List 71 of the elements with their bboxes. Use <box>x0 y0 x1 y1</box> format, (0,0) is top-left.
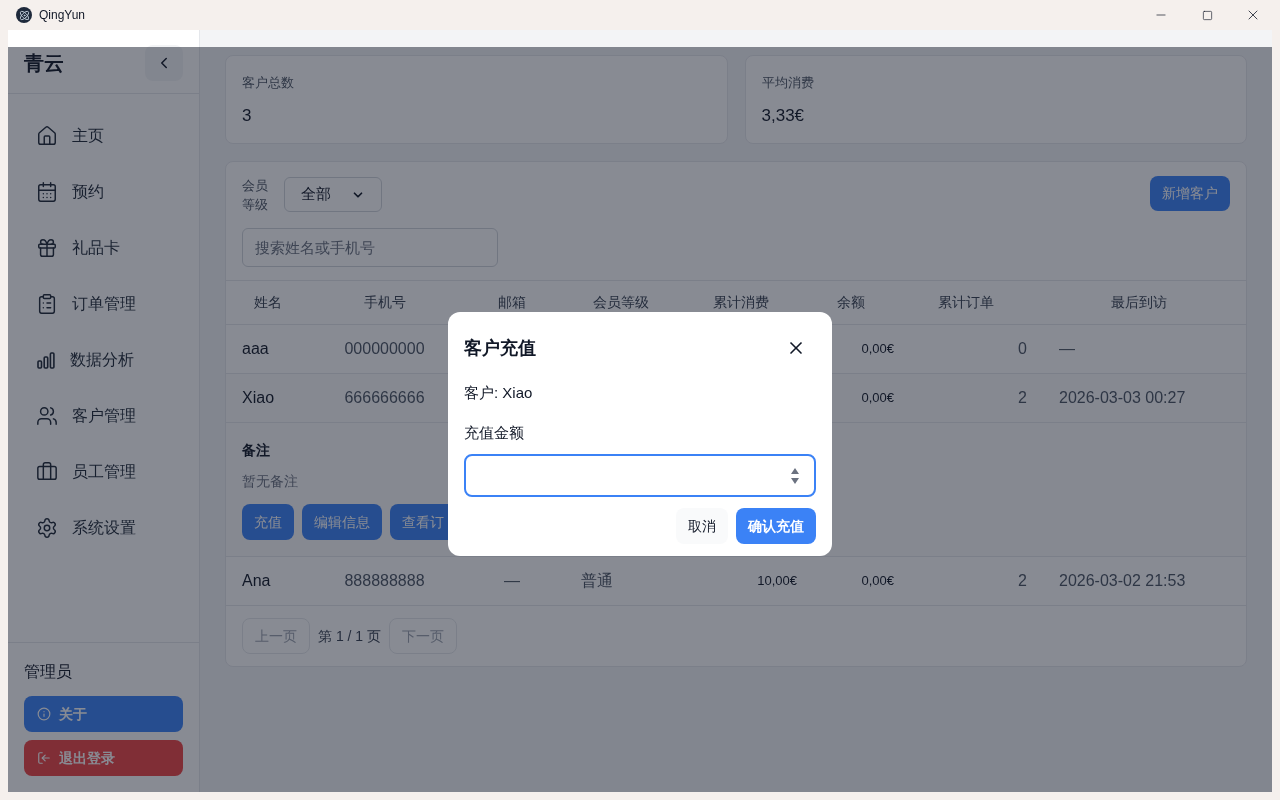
nav-item[interactable]: 礼品卡 <box>24 226 183 270</box>
table-cell: 2 <box>1018 389 1027 406</box>
confirm-button[interactable]: 确认充值 <box>736 508 816 544</box>
note-text: 暂无备注 <box>242 472 298 491</box>
filter-label: 会员等级 <box>242 177 269 214</box>
stat-label: 客户总数 <box>242 74 295 92</box>
table-cell: Xiao <box>242 389 275 406</box>
action-button[interactable]: 充值 <box>242 504 294 540</box>
field-label: 充值金额 <box>464 422 525 443</box>
collapse-button[interactable] <box>145 45 183 81</box>
table-cell: — <box>1059 340 1075 357</box>
table-cell: 888888888 <box>344 572 425 589</box>
table-cell: 2026-03-03 00:27 <box>1059 389 1186 406</box>
column-header: 姓名 <box>253 293 283 312</box>
nav-item[interactable]: 主页 <box>24 114 183 158</box>
column-header: 累计订单 <box>937 293 995 312</box>
logout-icon <box>37 751 51 765</box>
app-logo-icon <box>16 7 32 23</box>
stat-label: 平均消费 <box>761 74 815 92</box>
action-button[interactable]: 编辑信息 <box>302 504 382 540</box>
table-cell: 10,00€ <box>757 573 797 589</box>
stat-value: 3,33€ <box>761 104 806 127</box>
table-cell: 000000000 <box>344 340 425 357</box>
customer-name: 客户: Xiao <box>464 383 534 403</box>
logout-button[interactable]: 退出登录 <box>24 740 183 776</box>
table-cell: Ana <box>242 572 271 589</box>
note-title: 备注 <box>242 441 270 460</box>
stat-value: 3 <box>242 104 253 127</box>
calendar-icon <box>36 181 58 203</box>
dialog-title: 客户充值 <box>464 336 536 360</box>
level-select[interactable]: 全部 <box>284 177 382 212</box>
bar-chart-icon <box>36 350 56 370</box>
about-button[interactable]: 关于 <box>24 696 183 732</box>
amount-field[interactable] <box>464 454 816 497</box>
add-customer-button[interactable]: 新增客户 <box>1150 176 1230 211</box>
users-icon <box>36 405 58 427</box>
table-cell: 2 <box>1018 572 1027 589</box>
column-header: 余额 <box>836 293 866 312</box>
table-cell: 666666666 <box>344 389 425 406</box>
table-cell: 0 <box>1018 340 1027 357</box>
column-header: 会员等级 <box>592 293 650 312</box>
nav-item[interactable]: 数据分析 <box>24 338 183 382</box>
nav-item[interactable]: 员工管理 <box>24 450 183 494</box>
table-cell: 0,00€ <box>861 573 894 589</box>
column-header: 最后到访 <box>1109 293 1168 312</box>
table-cell: — <box>504 572 520 589</box>
briefcase-icon <box>36 461 58 483</box>
info-icon <box>37 707 51 721</box>
brand-title: 青云 <box>24 51 64 76</box>
clipboard-icon <box>36 293 58 315</box>
window-title: QingYun <box>39 7 86 24</box>
column-header: 邮箱 <box>497 293 527 312</box>
table-cell: 普通 <box>581 572 613 589</box>
page-indicator: 第 1 / 1 页 <box>318 626 382 646</box>
column-header: 累计消费 <box>712 293 770 312</box>
nav-item[interactable]: 系统设置 <box>24 506 183 550</box>
settings-icon <box>36 517 58 539</box>
cancel-button[interactable]: 取消 <box>676 508 728 544</box>
home-icon <box>36 125 58 147</box>
user-role: 管理员 <box>24 662 73 682</box>
table-cell: 0,00€ <box>861 390 894 406</box>
nav-item[interactable]: 客户管理 <box>24 394 183 438</box>
table-cell: 2026-03-02 21:53 <box>1059 572 1186 589</box>
table-cell: 0,00€ <box>861 341 894 357</box>
nav-item[interactable]: 预约 <box>24 170 183 214</box>
gift-icon <box>36 237 58 259</box>
maximize-icon <box>1201 9 1213 21</box>
table-cell: aaa <box>242 340 269 357</box>
column-header: 手机号 <box>362 293 407 312</box>
search-field[interactable]: 搜索姓名或手机号 <box>242 228 498 267</box>
nav-item[interactable]: 订单管理 <box>24 282 183 326</box>
